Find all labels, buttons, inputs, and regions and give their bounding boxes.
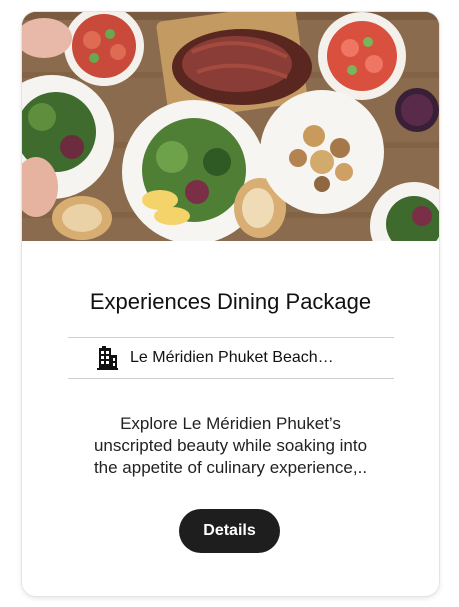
description-line: the appetite of culinary experience,..: [93, 458, 368, 477]
building-icon: [94, 345, 120, 371]
hotel-name[interactable]: Le Méridien Phuket Beach…: [130, 349, 334, 367]
dining-package-card[interactable]: Experiences Dining Package Le Méridien P…: [22, 12, 439, 596]
package-title: Experiences Dining Package: [89, 289, 372, 314]
details-button[interactable]: Details: [179, 509, 280, 553]
food-image: [22, 12, 439, 241]
card-body: Experiences Dining Package Le Méridien P…: [22, 241, 439, 596]
description-line: Explore Le Méridien Phuket’s: [120, 414, 341, 433]
package-description: Explore Le Méridien Phuket’s unscripted …: [60, 413, 401, 479]
description-line: unscripted beauty while soaking into: [93, 436, 368, 455]
hotel-row: Le Méridien Phuket Beach…: [68, 337, 394, 379]
